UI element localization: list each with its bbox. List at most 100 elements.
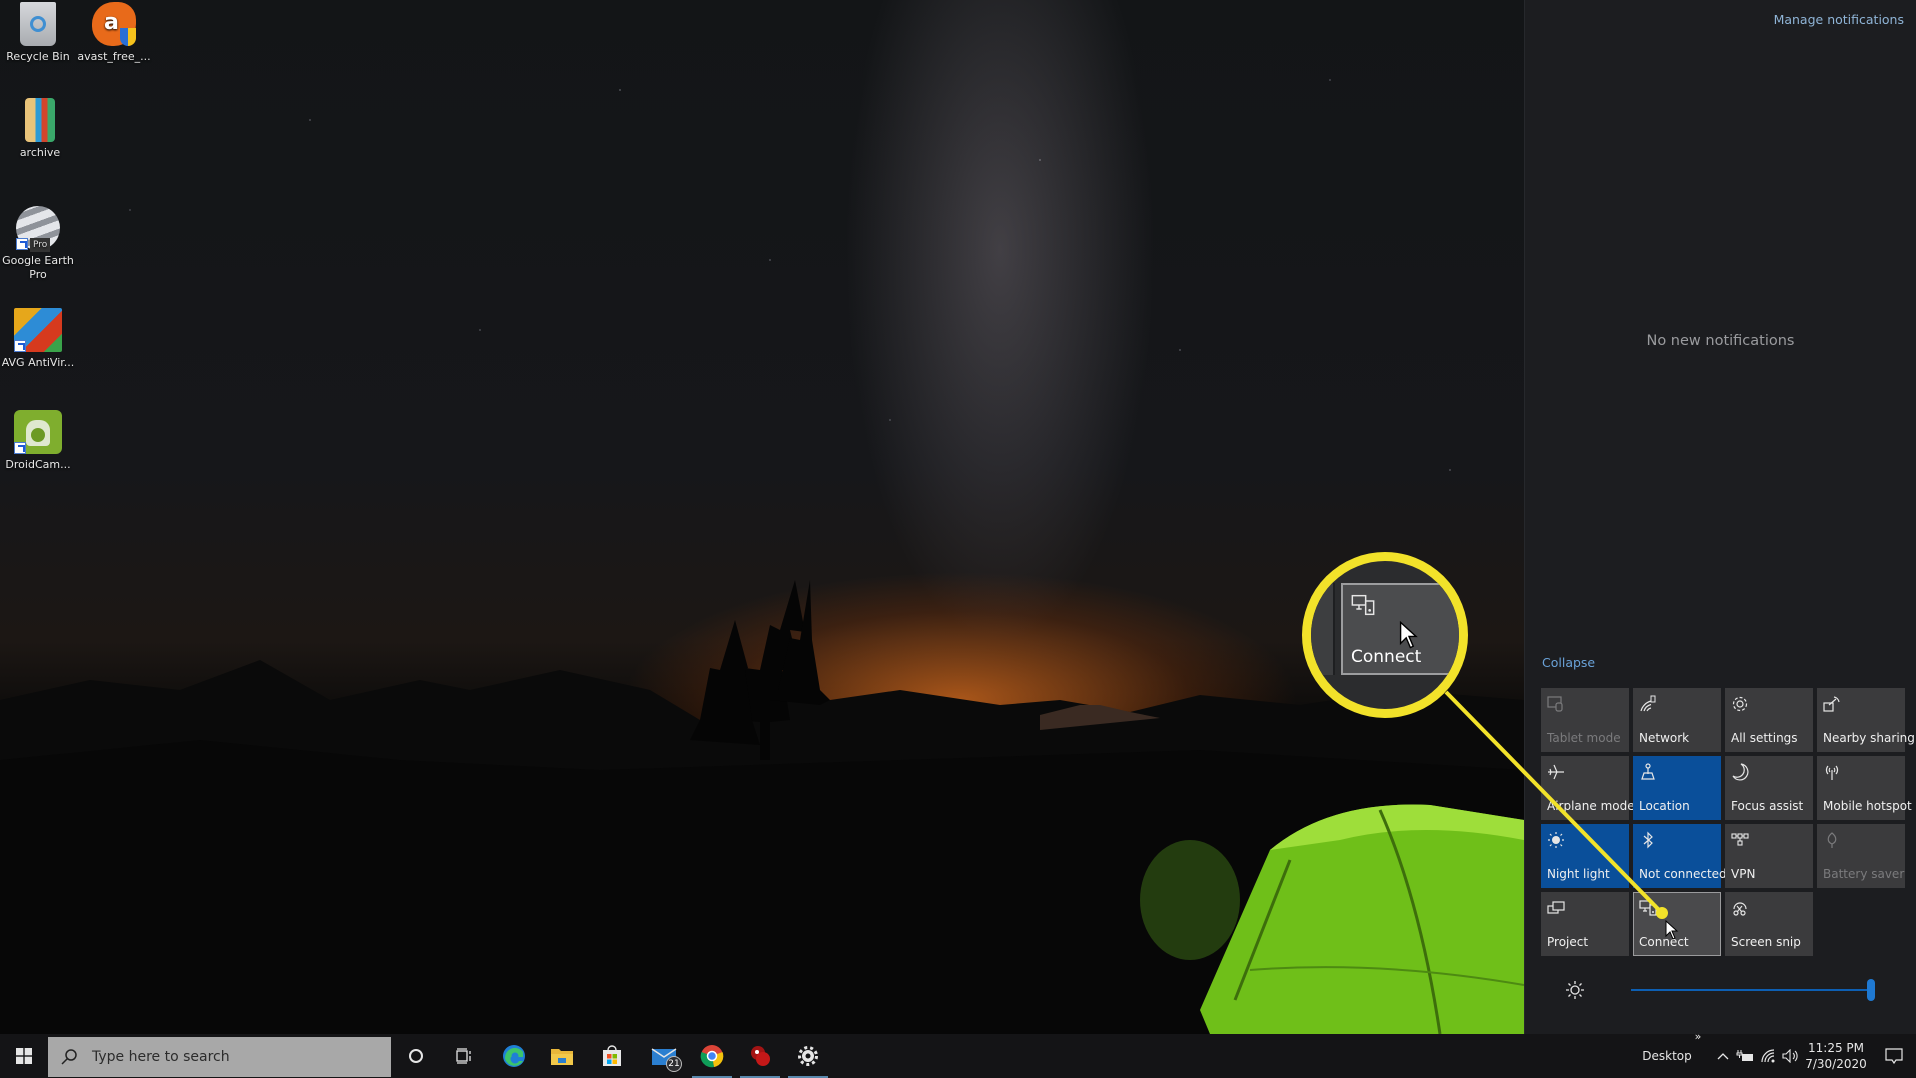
tile-label: Network (1639, 731, 1690, 745)
wifi-icon (1761, 1049, 1775, 1063)
pro-badge: Pro (30, 238, 51, 252)
desktop-icon-archive[interactable]: archive (2, 98, 78, 160)
desktop-toolbar-overflow[interactable]: » (1690, 1026, 1706, 1046)
shortcut-arrow-icon (16, 238, 28, 250)
quick-action-vpn[interactable]: VPN (1725, 824, 1813, 888)
desktop-icon-avg[interactable]: AVG AntiVir... (0, 308, 76, 370)
cortana-icon (409, 1049, 423, 1063)
archive-folder-icon (25, 98, 55, 142)
callout-magnifier: Connect (1302, 552, 1468, 718)
taskbar-chrome-button[interactable] (688, 1034, 736, 1078)
brightness-slider-track[interactable] (1631, 989, 1875, 991)
tile-label: Battery saver (1823, 867, 1905, 881)
gear-icon (1732, 696, 1748, 712)
airplane-icon (1548, 764, 1564, 780)
tray-clock[interactable]: 11:25 PM 7/30/2020 (1804, 1034, 1868, 1078)
tile-label: Focus assist (1731, 799, 1804, 813)
tile-label: Project (1547, 935, 1589, 949)
magnified-cursor-icon (1399, 621, 1418, 649)
quick-action-airplane-mode[interactable]: Airplane mode (1541, 756, 1635, 820)
quick-action-focus-assist[interactable]: Focus assist (1725, 756, 1813, 820)
avast-icon: a (92, 2, 136, 46)
desktop-icon-label: DroidCam... (5, 458, 71, 471)
folder-icon (551, 1049, 573, 1065)
tray-volume-button[interactable] (1780, 1034, 1802, 1078)
quick-action-location[interactable]: Location (1633, 756, 1721, 820)
desktop-wallpaper[interactable] (0, 0, 1524, 1034)
screen: Recycle Bin a avast_free_... archive Pro… (0, 0, 1916, 1078)
mouse-cursor (1665, 920, 1679, 940)
avg-antivirus-icon (14, 308, 62, 352)
magnified-connect-label: Connect (1351, 647, 1422, 667)
network-icon (1640, 695, 1656, 712)
tablet-mode-icon (1547, 696, 1563, 712)
taskbar-task-view-button[interactable] (440, 1034, 488, 1078)
gear-icon (798, 1046, 818, 1066)
manage-notifications-link[interactable]: Manage notifications (1774, 12, 1904, 27)
taskbar-search-box[interactable]: Type here to search (48, 1037, 391, 1077)
clock-date: 7/30/2020 (1805, 1057, 1867, 1071)
quick-actions-grid: Tablet mode Network All settings Nearby … (1541, 688, 1915, 956)
hotspot-icon (1825, 765, 1839, 780)
location-icon (1641, 763, 1655, 780)
action-center-button[interactable] (1872, 1034, 1916, 1078)
tile-label: Nearby sharing (1823, 731, 1915, 745)
quick-action-mobile-hotspot[interactable]: Mobile hotspot (1817, 756, 1912, 820)
brightness-control (1565, 978, 1875, 1002)
taskbar-settings-button[interactable] (784, 1034, 832, 1078)
speaker-icon (1782, 1049, 1798, 1063)
show-hidden-icons-button[interactable] (1712, 1034, 1734, 1078)
tile-label: Airplane mode (1547, 799, 1635, 813)
quick-action-tablet-mode[interactable]: Tablet mode (1541, 688, 1629, 752)
quick-action-network[interactable]: Network (1633, 688, 1721, 752)
connect-icon (1639, 900, 1657, 916)
google-earth-icon: Pro (16, 206, 60, 252)
desktop-toolbar-label[interactable]: Desktop (1636, 1034, 1698, 1078)
desktop-icon-avast[interactable]: a avast_free_... (76, 2, 152, 64)
store-icon (603, 1045, 621, 1066)
desktop-icon-droidcam[interactable]: DroidCam... (0, 410, 76, 472)
taskbar-red-app-button[interactable] (736, 1034, 784, 1078)
quick-action-all-settings[interactable]: All settings (1725, 688, 1813, 752)
tray-network-button[interactable] (1758, 1034, 1780, 1078)
tile-label: VPN (1731, 867, 1756, 881)
mail-unread-badge: 21 (666, 1056, 682, 1072)
desktop-icon-google-earth[interactable]: Pro Google Earth Pro (0, 206, 76, 282)
search-placeholder: Type here to search (92, 1049, 230, 1065)
tray-power-button[interactable] (1734, 1034, 1756, 1078)
taskbar-cortana-button[interactable] (392, 1034, 440, 1078)
quick-action-project[interactable]: Project (1541, 892, 1629, 956)
taskbar: Type here to search 21 Desktop » 11:25 P… (0, 1030, 1916, 1078)
vpn-icon (1731, 833, 1749, 846)
quick-action-nearby-sharing[interactable]: Nearby sharing (1817, 688, 1915, 752)
taskbar-edge-button[interactable] (490, 1034, 538, 1078)
tile-label: Connect (1639, 935, 1689, 949)
desktop-icon-label: Google Earth Pro (2, 254, 74, 281)
tile-label: Mobile hotspot (1823, 799, 1912, 813)
desktop-icon-label: AVG AntiVir... (1, 356, 75, 369)
quick-action-night-light[interactable]: Night light (1541, 824, 1629, 888)
quick-action-screen-snip[interactable]: Screen snip (1725, 892, 1813, 956)
taskbar-store-button[interactable] (588, 1034, 636, 1078)
desktop-icon-recycle-bin[interactable]: Recycle Bin (0, 2, 76, 64)
desktop-icon-label: avast_free_... (77, 50, 151, 63)
shortcut-arrow-icon (14, 340, 26, 352)
desktop-icon-label: Recycle Bin (6, 50, 70, 63)
droidcam-icon (14, 410, 62, 454)
quick-action-bluetooth[interactable]: Not connected (1633, 824, 1727, 888)
search-icon (61, 1049, 77, 1065)
tile-label: Tablet mode (1547, 731, 1621, 745)
connect-icon (1351, 594, 1375, 616)
moon-icon (1732, 763, 1749, 781)
chrome-icon (700, 1045, 724, 1068)
recycle-bin-icon (20, 2, 56, 46)
start-button[interactable] (0, 1034, 48, 1078)
tile-label: All settings (1731, 731, 1798, 745)
quick-action-battery-saver[interactable]: Battery saver (1817, 824, 1905, 888)
tile-label: Location (1639, 799, 1690, 813)
brightness-slider-thumb[interactable] (1867, 979, 1875, 1001)
taskbar-file-explorer-button[interactable] (538, 1034, 586, 1078)
collapse-link[interactable]: Collapse (1542, 655, 1595, 670)
taskbar-mail-button[interactable]: 21 (640, 1034, 688, 1078)
windows-logo-icon (16, 1048, 32, 1064)
